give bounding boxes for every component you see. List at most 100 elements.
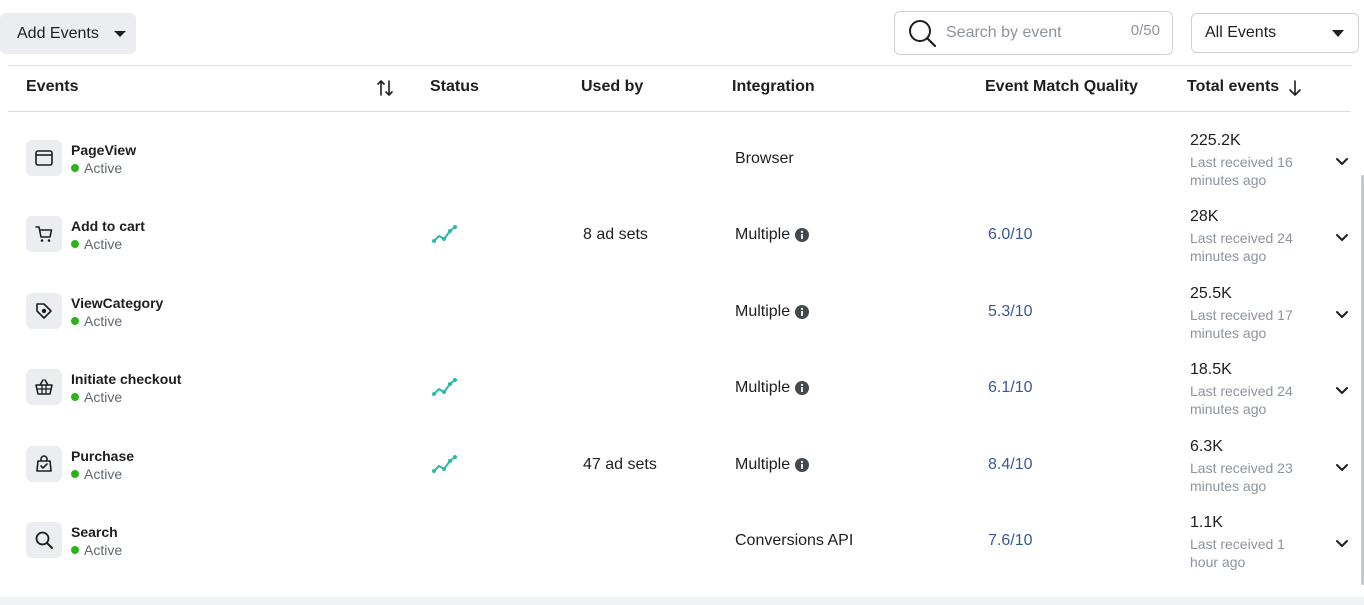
status-dot	[71, 317, 79, 325]
event-status-label: Active	[84, 389, 123, 405]
chevron-down-icon[interactable]	[1335, 154, 1349, 172]
table-row[interactable]: Initiate checkout Active Multiple 6.1/10 18.…	[0, 349, 1364, 425]
event-name[interactable]: Search	[71, 524, 118, 540]
event-status-label: Active	[84, 236, 123, 252]
used-by-value: 47 ad sets	[583, 456, 657, 473]
chevron-down-icon[interactable]	[1335, 460, 1349, 478]
event-status-label: Active	[84, 313, 123, 329]
column-header-emq: Event Match Quality	[985, 78, 1138, 95]
chevron-down-icon[interactable]	[1335, 307, 1349, 325]
chevron-down-icon[interactable]	[1335, 383, 1349, 401]
status-dot	[71, 164, 79, 172]
last-received-text: Last received 17 minutes ago	[1190, 307, 1293, 341]
event-name[interactable]: ViewCategory	[71, 295, 163, 311]
total-events-value: 225.2K	[1190, 132, 1241, 149]
activity-graph-icon	[432, 376, 458, 403]
add-events-label: Add Events	[17, 24, 99, 42]
status-dot	[71, 240, 79, 248]
tag-icon	[26, 293, 62, 329]
last-received-text: Last received 1 hour ago	[1190, 536, 1285, 570]
event-status-label: Active	[84, 542, 123, 558]
activity-graph-icon	[432, 453, 458, 480]
add-events-button[interactable]: Add Events	[0, 13, 136, 54]
last-received-text: Last received 23 minutes ago	[1190, 460, 1293, 494]
table-row[interactable]: PageView Active Browser 225.2K Last received…	[0, 120, 1364, 196]
arrow-down-icon[interactable]	[1288, 80, 1302, 97]
search-placeholder: Search by event	[946, 24, 1062, 41]
sort-icon[interactable]	[377, 79, 393, 97]
table-row[interactable]: Purchase Active 47 ad sets Multiple 8.4/10 6.…	[0, 426, 1364, 502]
caret-down-icon	[1332, 30, 1344, 37]
event-status: Active	[71, 313, 122, 329]
event-filter-select[interactable]: All Events	[1191, 13, 1359, 53]
basket-icon	[26, 369, 62, 405]
column-header-status: Status	[430, 78, 479, 95]
search-count: 0/50	[1130, 22, 1160, 39]
emq-link[interactable]: 6.0/10	[988, 226, 1032, 244]
caret-down-icon	[113, 30, 126, 37]
event-name[interactable]: Initiate checkout	[71, 371, 181, 387]
event-status: Active	[71, 389, 122, 405]
table-row[interactable]: Add to cart Active 8 ad sets Multiple 6.0/10…	[0, 196, 1364, 272]
integration-value: Multiple	[735, 379, 791, 396]
column-header-total-events[interactable]: Total events	[1187, 78, 1279, 96]
activity-graph-icon	[432, 223, 458, 250]
event-status: Active	[71, 236, 122, 252]
event-status: Active	[71, 542, 122, 558]
emq-link[interactable]: 8.4/10	[988, 456, 1032, 474]
table-row[interactable]: Search Active Conversions API 7.6/10 1.1K Las…	[0, 502, 1364, 578]
divider	[8, 65, 1351, 66]
integration-cell: Multiple	[735, 456, 810, 474]
emq-link[interactable]: 7.6/10	[988, 532, 1032, 550]
integration-value: Browser	[735, 150, 794, 167]
event-status-label: Active	[84, 160, 123, 176]
total-events-value: 1.1K	[1190, 514, 1223, 531]
chevron-down-icon[interactable]	[1335, 536, 1349, 554]
last-received-text: Last received 16 minutes ago	[1190, 154, 1293, 188]
browser-window-icon	[26, 140, 62, 176]
event-status-label: Active	[84, 466, 123, 482]
chevron-down-icon[interactable]	[1335, 230, 1349, 248]
info-icon[interactable]	[795, 228, 810, 242]
event-status: Active	[71, 160, 122, 176]
status-dot	[71, 393, 79, 401]
total-events-value: 18.5K	[1190, 361, 1232, 378]
integration-value: Conversions API	[735, 532, 854, 549]
info-icon[interactable]	[795, 305, 810, 319]
event-name[interactable]: Purchase	[71, 448, 134, 464]
info-icon[interactable]	[795, 381, 810, 395]
footer-bar	[0, 597, 1364, 605]
event-filter-value: All Events	[1205, 24, 1277, 41]
integration-value: Multiple	[735, 226, 791, 243]
shopping-bag-icon	[26, 446, 62, 482]
integration-cell: Conversions API	[735, 532, 853, 550]
event-status: Active	[71, 466, 122, 482]
integration-cell: Browser	[735, 150, 794, 168]
total-events-value: 28K	[1190, 208, 1219, 225]
emq-link[interactable]: 6.1/10	[988, 379, 1032, 397]
integration-value: Multiple	[735, 456, 791, 473]
column-header-events[interactable]: Events	[26, 78, 78, 96]
search-input[interactable]: Search by event 0/50	[894, 11, 1173, 55]
column-header-integration: Integration	[732, 78, 815, 95]
integration-cell: Multiple	[735, 303, 810, 321]
total-events-value: 6.3K	[1190, 438, 1223, 455]
emq-link[interactable]: 5.3/10	[988, 303, 1032, 321]
search-icon	[909, 20, 937, 48]
status-dot	[71, 470, 79, 478]
search-icon	[26, 522, 62, 558]
integration-cell: Multiple	[735, 226, 810, 244]
event-name[interactable]: Add to cart	[71, 218, 145, 234]
column-header-used-by: Used by	[581, 78, 644, 95]
shopping-cart-icon	[26, 216, 62, 252]
integration-value: Multiple	[735, 303, 791, 320]
table-row[interactable]: ViewCategory Active Multiple 5.3/10 25.5K Las…	[0, 273, 1364, 349]
divider	[8, 111, 1351, 112]
last-received-text: Last received 24 minutes ago	[1190, 230, 1293, 264]
integration-cell: Multiple	[735, 379, 810, 397]
info-icon[interactable]	[795, 458, 810, 472]
status-dot	[71, 546, 79, 554]
total-events-value: 25.5K	[1190, 285, 1232, 302]
event-name[interactable]: PageView	[71, 142, 136, 158]
last-received-text: Last received 24 minutes ago	[1190, 383, 1293, 417]
